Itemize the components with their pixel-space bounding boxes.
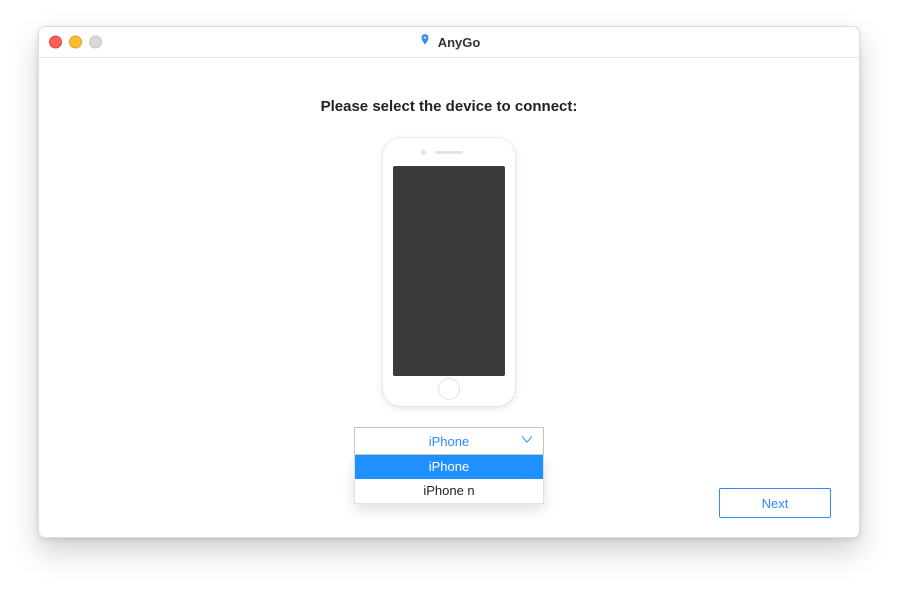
device-select-value: iPhone (429, 434, 469, 449)
chevron-down-icon (519, 432, 535, 451)
next-button[interactable]: Next (719, 488, 831, 518)
phone-screen (393, 166, 505, 376)
phone-mock (383, 138, 515, 406)
device-option-iphone-n[interactable]: iPhone n (355, 479, 543, 503)
zoom-window-button[interactable] (89, 36, 102, 49)
phone-speaker-icon (435, 151, 463, 154)
device-select-list: iPhone iPhone n (354, 455, 544, 504)
window-controls (49, 36, 102, 49)
title-wrap: AnyGo (418, 33, 481, 52)
device-select: iPhone iPhone iPhone n (354, 427, 544, 504)
titlebar: AnyGo (39, 27, 859, 58)
window-title: AnyGo (438, 35, 481, 50)
map-pin-icon (418, 33, 432, 52)
next-button-label: Next (762, 496, 789, 511)
content-area: Please select the device to connect: iPh… (39, 58, 859, 538)
device-option-iphone[interactable]: iPhone (355, 455, 543, 479)
prompt-text: Please select the device to connect: (39, 98, 859, 115)
app-window: AnyGo Please select the device to connec… (38, 26, 860, 538)
close-window-button[interactable] (49, 36, 62, 49)
phone-home-button-icon (438, 378, 460, 400)
minimize-window-button[interactable] (69, 36, 82, 49)
device-select-trigger[interactable]: iPhone (354, 427, 544, 455)
device-illustration (383, 138, 515, 406)
phone-camera-icon (421, 150, 426, 155)
